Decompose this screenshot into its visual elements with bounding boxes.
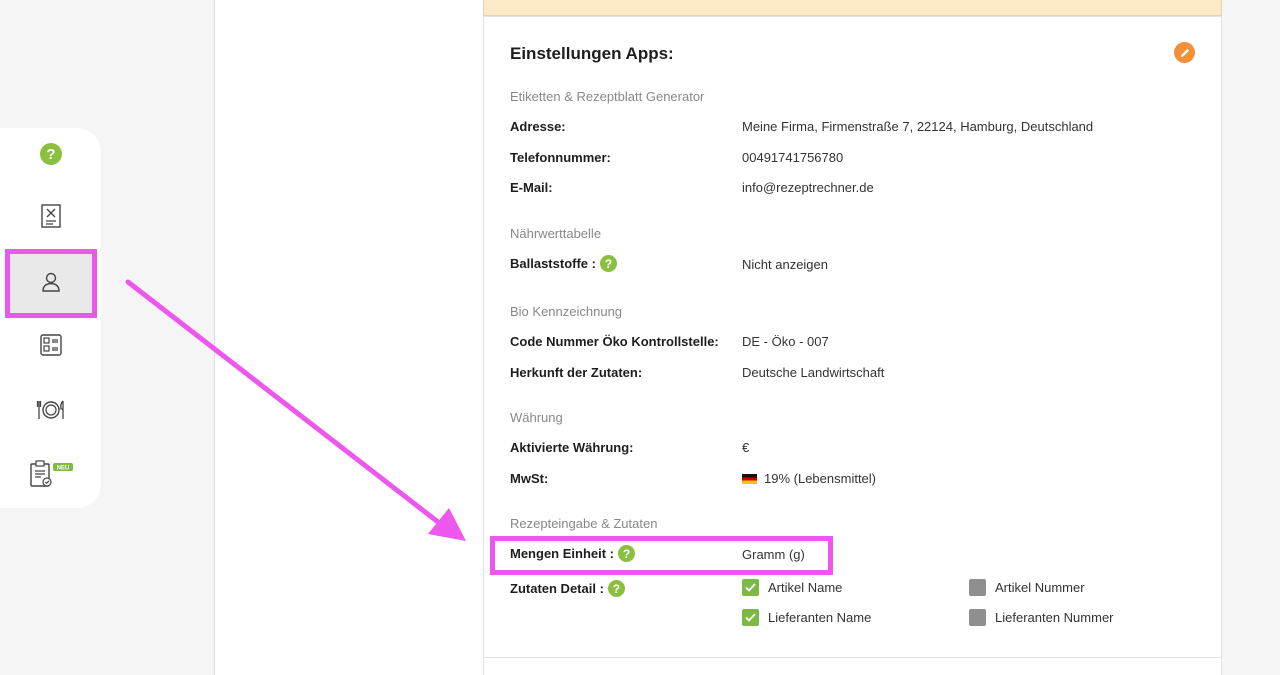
section-currency: Währung bbox=[510, 410, 563, 425]
address-value: Meine Firma, Firmenstraße 7, 22124, Hamb… bbox=[742, 119, 1094, 134]
origin-label: Herkunft der Zutaten: bbox=[510, 365, 643, 380]
phone-value: 00491741756780 bbox=[742, 150, 844, 165]
email-label: E-Mail: bbox=[510, 180, 553, 195]
sidebar-item-menu[interactable] bbox=[0, 387, 101, 433]
left-content-column bbox=[215, 0, 483, 675]
page-title: Einstellungen Apps: bbox=[510, 44, 674, 63]
fiber-row-label: Ballaststoffe : ? bbox=[510, 255, 617, 272]
checklist-icon bbox=[39, 334, 62, 356]
section-labels-generator: Etiketten & Rezeptblatt Generator bbox=[510, 89, 705, 104]
sidebar-item-help[interactable]: ? bbox=[0, 131, 101, 177]
recipe-book-icon bbox=[40, 204, 61, 228]
fiber-help-icon[interactable]: ? bbox=[599, 255, 617, 272]
svg-text:?: ? bbox=[46, 146, 55, 163]
sidebar-item-checklist[interactable] bbox=[0, 322, 101, 368]
checkbox-label: Artikel Name bbox=[768, 580, 843, 595]
vat-label: MwSt: bbox=[510, 471, 549, 486]
fiber-label: Ballaststoffe : bbox=[510, 256, 596, 271]
clipboard-check-icon: NEU bbox=[29, 460, 73, 487]
notice-banner bbox=[483, 0, 1222, 16]
checkbox-checked-icon bbox=[742, 579, 759, 596]
german-flag-icon bbox=[742, 473, 757, 484]
checkbox-label: Lieferanten Nummer bbox=[995, 610, 1114, 625]
new-badge-label: NEU bbox=[56, 466, 69, 472]
ingredient-detail-label: Zutaten Detail : bbox=[510, 581, 604, 596]
edit-button[interactable] bbox=[1174, 42, 1195, 63]
pencil-icon bbox=[1180, 48, 1189, 57]
currency-value: € bbox=[742, 440, 750, 455]
address-label: Adresse: bbox=[510, 119, 566, 134]
highlight-box-profile bbox=[5, 249, 97, 318]
next-card bbox=[483, 658, 1222, 675]
sidebar-item-recipes[interactable] bbox=[0, 193, 101, 239]
sidebar: ? NEU bbox=[0, 128, 101, 508]
vat-value: 19% (Lebensmittel) bbox=[764, 471, 876, 486]
plate-cutlery-icon bbox=[36, 400, 64, 419]
checkbox-label: Artikel Nummer bbox=[995, 580, 1085, 595]
sidebar-item-tasks[interactable]: NEU bbox=[0, 450, 101, 496]
email-value: info@rezeptrechner.de bbox=[742, 180, 874, 195]
phone-label: Telefonnummer: bbox=[510, 150, 611, 165]
highlight-box-unit bbox=[490, 536, 833, 575]
section-nutrition: Nährwerttabelle bbox=[510, 226, 602, 241]
checkbox-article-name[interactable]: Artikel Name bbox=[742, 579, 842, 596]
checkbox-article-number[interactable]: Artikel Nummer bbox=[969, 579, 1085, 596]
checkbox-supplier-number[interactable]: Lieferanten Nummer bbox=[969, 609, 1114, 626]
ingredient-detail-row-label: Zutaten Detail : ? bbox=[510, 580, 625, 597]
help-icon: ? bbox=[39, 143, 62, 165]
checkbox-unchecked-icon bbox=[969, 609, 986, 626]
checkbox-unchecked-icon bbox=[969, 579, 986, 596]
vat-value-row: 19% (Lebensmittel) bbox=[742, 471, 876, 486]
section-bio: Bio Kennzeichnung bbox=[510, 304, 623, 319]
ingredient-detail-help-icon[interactable]: ? bbox=[607, 580, 625, 597]
checkbox-label: Lieferanten Name bbox=[768, 610, 872, 625]
section-recipe: Rezepteingabe & Zutaten bbox=[510, 516, 658, 531]
fiber-value: Nicht anzeigen bbox=[742, 257, 828, 272]
checkbox-supplier-name[interactable]: Lieferanten Name bbox=[742, 609, 871, 626]
origin-value: Deutsche Landwirtschaft bbox=[742, 365, 885, 380]
checkbox-checked-icon bbox=[742, 609, 759, 626]
currency-label: Aktivierte Währung: bbox=[510, 440, 634, 455]
eco-code-label: Code Nummer Öko Kontrollstelle: bbox=[510, 334, 719, 349]
eco-code-value: DE - Öko - 007 bbox=[742, 334, 829, 349]
